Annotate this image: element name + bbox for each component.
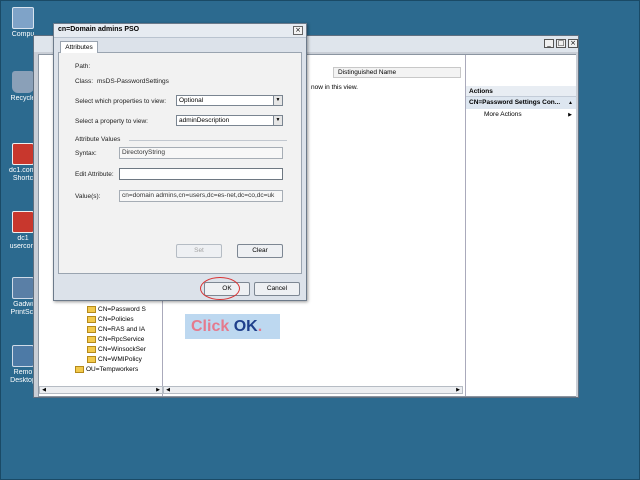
properties-view-select[interactable]: Optional ▼ xyxy=(176,95,283,106)
callout-word-ok: OK xyxy=(233,318,258,335)
class-label: Class: xyxy=(75,78,94,85)
tree-item[interactable]: CN=WMIPolicy xyxy=(87,355,142,365)
folder-icon xyxy=(87,315,96,323)
empty-list-message: now in this view. xyxy=(311,84,358,91)
folder-icon xyxy=(87,355,96,363)
ok-highlight-ring xyxy=(200,277,240,300)
trash-icon xyxy=(12,71,34,93)
class-value: msDS-PasswordSettings xyxy=(97,78,169,85)
dialog-titlebar: cn=Domain admins PSO × xyxy=(54,24,306,38)
select-view-label: Select which properties to view: xyxy=(75,98,167,105)
group-divider xyxy=(129,140,287,141)
chevron-down-icon: ▼ xyxy=(273,116,282,125)
column-header-distinguished-name[interactable]: Distinguished Name xyxy=(333,67,461,78)
select-property-label: Select a property to view: xyxy=(75,118,148,125)
values-label: Value(s): xyxy=(75,193,101,200)
folder-icon xyxy=(87,335,96,343)
scroll-left-icon[interactable]: ◀ xyxy=(40,387,48,393)
properties-dialog: cn=Domain admins PSO × Attributes Path: … xyxy=(53,23,307,301)
scroll-right-icon[interactable]: ▶ xyxy=(454,387,462,393)
monitor-icon xyxy=(12,345,34,367)
minimize-button[interactable]: _ xyxy=(544,39,554,48)
property-select[interactable]: adminDescription ▼ xyxy=(176,115,283,126)
values-list[interactable]: cn=domain admins,cn=users,dc=es-net,dc=c… xyxy=(119,190,283,202)
dialog-title: cn=Domain admins PSO xyxy=(58,26,140,33)
syntax-field: DirectoryString xyxy=(119,147,283,159)
actions-selected-object[interactable]: CN=Password Settings Con... ▲ xyxy=(466,97,576,109)
tree-item[interactable]: CN=Policies xyxy=(87,315,134,325)
attribute-values-label: Attribute Values xyxy=(75,136,121,143)
folder-icon xyxy=(87,305,96,313)
chevron-right-icon: ▶ xyxy=(568,112,572,118)
tree-item[interactable]: CN=Password S xyxy=(87,305,146,315)
actions-pane: Actions CN=Password Settings Con... ▲ Mo… xyxy=(465,55,576,396)
collapse-icon[interactable]: ▲ xyxy=(568,97,573,109)
dialog-close-button[interactable]: × xyxy=(293,26,303,35)
folder-icon xyxy=(75,365,84,373)
actions-header: Actions xyxy=(466,86,576,97)
tree-item[interactable]: OU=Tempworkers xyxy=(75,365,138,375)
callout-period: . xyxy=(257,318,263,335)
path-label: Path: xyxy=(75,63,91,70)
tree-item[interactable]: CN=RpcService xyxy=(87,335,144,345)
computer-icon xyxy=(12,7,34,29)
tree-item[interactable]: CN=RAS and IA xyxy=(87,325,145,335)
toolbox-icon xyxy=(12,143,34,165)
close-button[interactable]: × xyxy=(568,39,578,48)
edit-attribute-label: Edit Attribute: xyxy=(75,171,114,178)
desktop: Compu Recycle dc1.cons Shortc dc1 userco… xyxy=(0,0,640,480)
set-button[interactable]: Set xyxy=(176,244,222,258)
more-actions-item[interactable]: More Actions ▶ xyxy=(466,109,576,121)
callout-word-click: Click xyxy=(191,318,230,335)
camera-icon xyxy=(12,277,34,299)
syntax-label: Syntax: xyxy=(75,150,97,157)
tree-horizontal-scrollbar[interactable]: ◀ ▶ xyxy=(39,386,163,394)
tree-item[interactable]: CN=WinsockSer xyxy=(87,345,146,355)
folder-icon xyxy=(87,325,96,333)
clear-button[interactable]: Clear xyxy=(237,244,283,258)
chevron-down-icon: ▼ xyxy=(273,96,282,105)
scroll-right-icon[interactable]: ▶ xyxy=(154,387,162,393)
instruction-callout: Click OK. xyxy=(185,314,280,339)
maximize-button[interactable]: □ xyxy=(556,39,566,48)
list-horizontal-scrollbar[interactable]: ◀ ▶ xyxy=(163,386,463,394)
tab-attributes[interactable]: Attributes xyxy=(60,41,98,53)
edit-attribute-input[interactable] xyxy=(119,168,283,180)
folder-icon xyxy=(87,345,96,353)
cancel-button[interactable]: Cancel xyxy=(254,282,300,296)
toolbox-icon xyxy=(12,211,34,233)
scroll-left-icon[interactable]: ◀ xyxy=(164,387,172,393)
attributes-panel: Path: Class: msDS-PasswordSettings Selec… xyxy=(58,52,302,274)
